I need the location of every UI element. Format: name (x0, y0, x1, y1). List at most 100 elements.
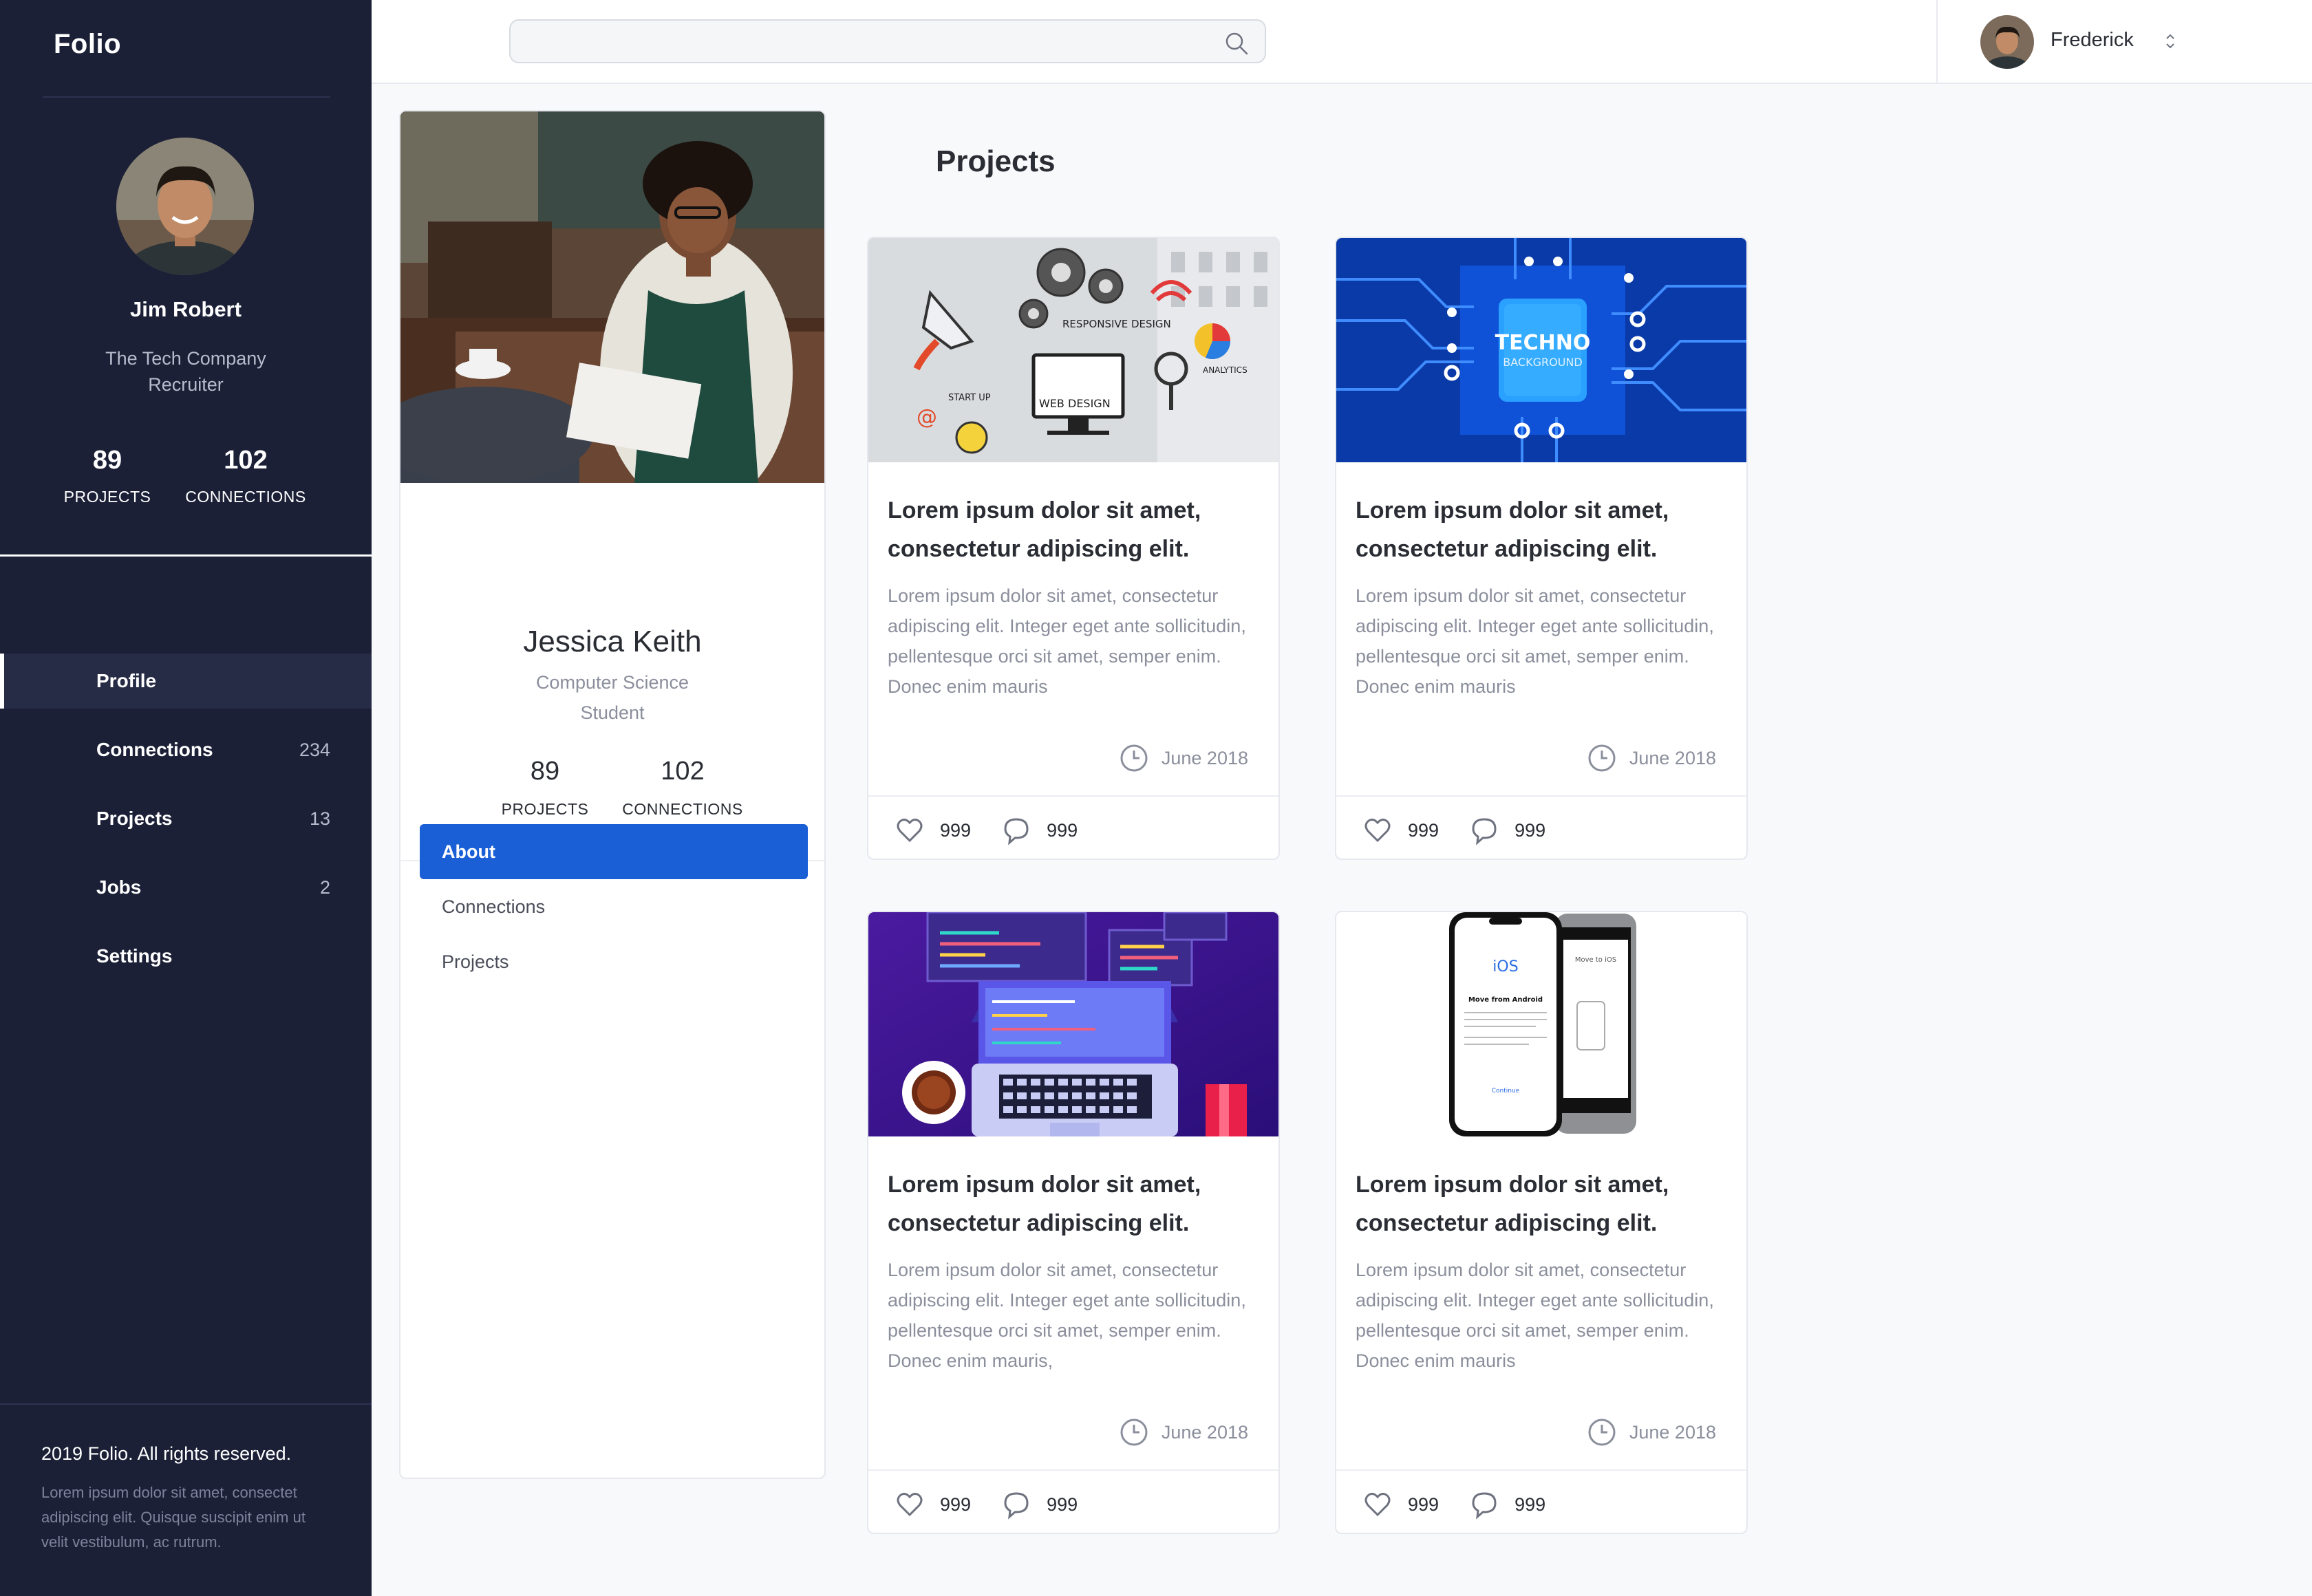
comment-icon[interactable] (1469, 1489, 1499, 1520)
comment-icon[interactable] (1469, 815, 1499, 845)
project-date: June 2018 (1587, 1417, 1716, 1447)
clock-icon (1588, 1419, 1616, 1446)
tab-connections[interactable]: Connections (420, 879, 808, 934)
comment-count: 999 (1047, 1493, 1078, 1515)
comment-icon[interactable] (1001, 815, 1031, 845)
svg-text:@: @ (917, 405, 937, 429)
heart-icon[interactable] (895, 1489, 925, 1520)
footer-description: Lorem ipsum dolor sit amet, consectet ad… (41, 1484, 306, 1551)
sidebar-item-label: Connections (96, 739, 213, 760)
project-date: June 2018 (1119, 743, 1248, 773)
profile-card: Jessica Keith Computer Science Student 8… (399, 110, 826, 1479)
image-label: Move from Android (1468, 996, 1543, 1004)
project-description: Lorem ipsum dolor sit amet, consectetur … (888, 1260, 1246, 1371)
like-count: 999 (940, 1493, 972, 1515)
heart-icon[interactable] (1362, 815, 1393, 845)
sidebar-nav: Profile Connections 234 Projects 13 Jobs… (0, 654, 372, 998)
sidebar-item-count: 234 (299, 739, 330, 760)
project-title[interactable]: Lorem ipsum dolor sit amet, consectetur … (1356, 1165, 1727, 1242)
image-label: Continue (1492, 1088, 1520, 1094)
divider (43, 96, 330, 98)
profile-role: Student (580, 702, 645, 723)
profile-photo (400, 111, 824, 483)
project-card[interactable]: Lorem ipsum dolor sit amet, consectetur … (867, 911, 1280, 1534)
search-icon[interactable] (1223, 30, 1250, 56)
project-description: Lorem ipsum dolor sit amet, consectetur … (1356, 1260, 1714, 1371)
company-name: The Tech Company (105, 348, 266, 369)
stat-value: 102 (224, 446, 268, 475)
project-title[interactable]: Lorem ipsum dolor sit amet, consectetur … (1356, 491, 1727, 568)
sidebar-item-label: Profile (96, 670, 157, 691)
image-label: BACKGROUND (1503, 356, 1582, 369)
clock-icon (1588, 744, 1616, 772)
comment-count: 999 (1514, 819, 1546, 841)
image-label: TECHNO (1495, 331, 1591, 355)
page-title: Projects (936, 144, 1056, 178)
search-input[interactable] (524, 26, 1185, 56)
comment-count: 999 (1047, 819, 1078, 841)
project-date: June 2018 (1587, 743, 1716, 773)
project-card[interactable]: iOS Move from Android Continue Move to i… (1335, 911, 1748, 1534)
project-image[interactable] (868, 912, 1280, 1136)
image-label: WEB DESIGN (1039, 397, 1111, 410)
stat-label: PROJECTS (501, 800, 589, 818)
divider (0, 554, 372, 557)
project-title[interactable]: Lorem ipsum dolor sit amet, consectetur … (888, 491, 1259, 568)
sidebar-item-profile[interactable]: Profile (0, 654, 372, 709)
stat-value: 89 (92, 446, 122, 475)
divider (0, 1403, 372, 1405)
clock-icon (1120, 744, 1148, 772)
project-image[interactable]: iOS Move from Android Continue Move to i… (1336, 912, 1748, 1136)
project-date-text: June 2018 (1161, 1421, 1248, 1443)
sidebar-item-connections[interactable]: Connections 234 (0, 722, 372, 777)
project-image[interactable]: @ RESPONSIVE DESIGN ANALYTICS START UP W… (868, 238, 1280, 462)
search-box[interactable] (509, 19, 1266, 63)
project-actions: 999 999 (895, 1487, 1108, 1522)
divider (868, 1469, 1278, 1471)
tab-about[interactable]: About (420, 824, 808, 879)
brand-logo[interactable]: Folio (54, 29, 121, 60)
connections-stat: 102 CONNECTIONS (180, 446, 311, 506)
comment-count: 999 (1514, 1493, 1546, 1515)
stat-label: CONNECTIONS (185, 488, 306, 506)
sidebar-item-count: 2 (319, 876, 330, 898)
profile-subtitle: Computer Science Student (400, 667, 824, 728)
user-menu-name[interactable]: Frederick (2051, 29, 2134, 52)
heart-icon[interactable] (895, 815, 925, 845)
divider (1336, 1469, 1746, 1471)
project-image[interactable]: TECHNO BACKGROUND (1336, 238, 1748, 462)
chevron-up-down-icon[interactable] (2163, 30, 2177, 52)
project-card[interactable]: @ RESPONSIVE DESIGN ANALYTICS START UP W… (867, 237, 1280, 860)
sidebar-item-projects[interactable]: Projects 13 (0, 791, 372, 846)
avatar[interactable] (116, 138, 254, 275)
connections-stat: 102 CONNECTIONS (614, 757, 751, 819)
image-label: RESPONSIVE DESIGN (1062, 318, 1171, 330)
divider (1936, 0, 1938, 84)
project-date-text: June 2018 (1161, 747, 1248, 768)
user-name: Jim Robert (130, 297, 242, 321)
project-title[interactable]: Lorem ipsum dolor sit amet, consectetur … (888, 1165, 1259, 1242)
stat-label: CONNECTIONS (622, 800, 743, 818)
sidebar-item-jobs[interactable]: Jobs 2 (0, 860, 372, 915)
like-count: 999 (1408, 819, 1439, 841)
sidebar-item-settings[interactable]: Settings (0, 929, 372, 984)
comment-icon[interactable] (1001, 1489, 1031, 1520)
project-card[interactable]: TECHNO BACKGROUND Lorem ipsum dolor sit … (1335, 237, 1748, 860)
divider (1336, 795, 1746, 797)
project-description: Lorem ipsum dolor sit amet, consectetur … (888, 585, 1246, 697)
stat-value: 89 (530, 757, 560, 786)
sidebar-item-label: Settings (96, 945, 173, 967)
profile-name: Jessica Keith (523, 625, 702, 658)
tab-projects[interactable]: Projects (420, 934, 808, 989)
avatar[interactable] (1980, 15, 2034, 69)
image-label: Move to iOS (1575, 956, 1616, 964)
sidebar-item-count: 13 (309, 808, 330, 829)
project-date: June 2018 (1119, 1417, 1248, 1447)
projects-stat: 89 PROJECTS (54, 446, 161, 506)
project-date-text: June 2018 (1629, 747, 1716, 768)
profile-field: Computer Science (535, 672, 689, 693)
image-label: START UP (948, 393, 991, 403)
heart-icon[interactable] (1362, 1489, 1393, 1520)
stat-label: PROJECTS (63, 488, 151, 506)
user-avatar-image (1980, 15, 2034, 69)
